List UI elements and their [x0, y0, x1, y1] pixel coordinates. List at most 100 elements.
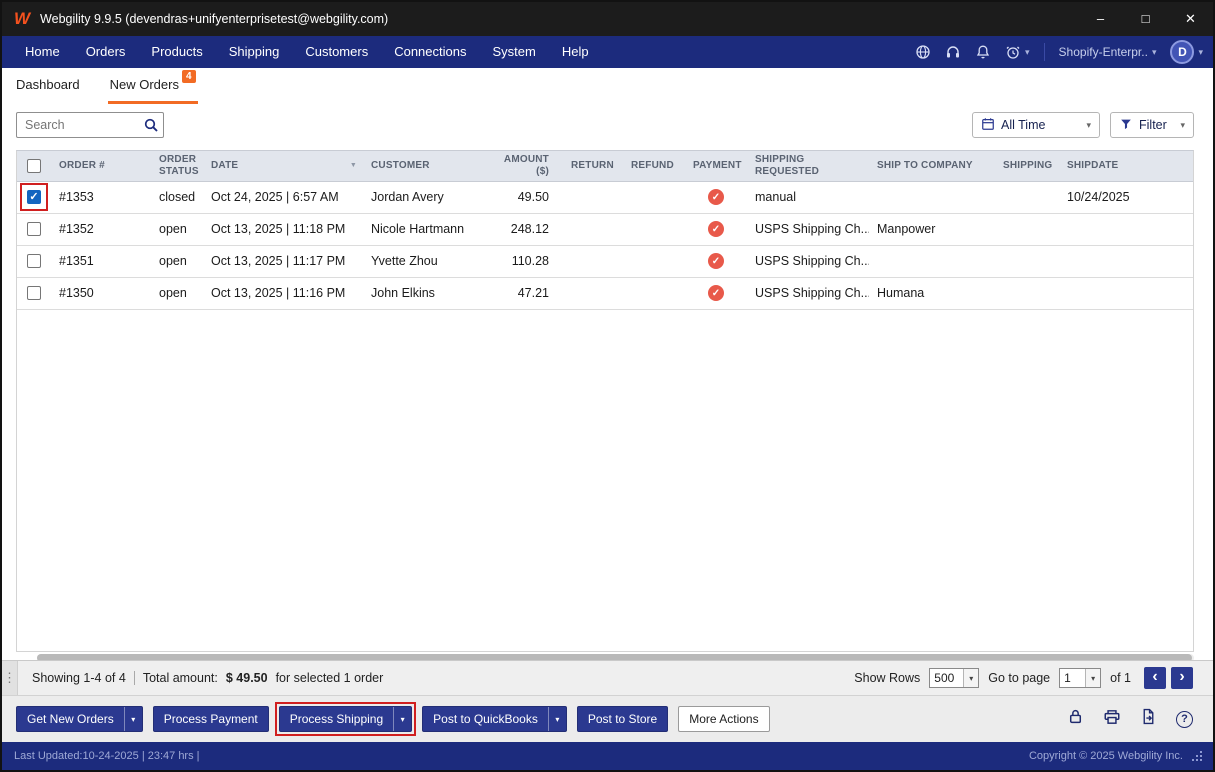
tab-bar: Dashboard New Orders 4	[2, 68, 1213, 104]
col-refund[interactable]: REFUND	[623, 151, 685, 181]
help-icon[interactable]: ?	[1176, 711, 1193, 728]
chevron-down-icon[interactable]: ▾	[1085, 669, 1100, 687]
user-menu[interactable]: D ▾	[1170, 40, 1203, 64]
menu-bar: Home Orders Products Shipping Customers …	[2, 36, 1213, 68]
row-checkbox[interactable]: ✓	[27, 190, 41, 204]
webgility-logo-icon: W	[14, 9, 30, 29]
cell-ship-to-company	[869, 181, 995, 213]
col-amount[interactable]: AMOUNT ($)	[488, 151, 563, 181]
search-input[interactable]	[16, 112, 164, 138]
drag-dots-icon: ⋮	[3, 670, 16, 686]
payment-paid-icon: ✓	[708, 253, 724, 269]
date-range-dropdown[interactable]: All Time ▾	[972, 112, 1100, 138]
check-icon: ✓	[712, 288, 720, 299]
window-title: Webgility 9.9.5 (devendras+unifyenterpri…	[40, 12, 388, 26]
bell-icon[interactable]	[975, 44, 991, 60]
cell-order-number: #1352	[51, 213, 151, 245]
table-row[interactable]: ✓ #1350 open Oct 13, 2025 | 11:16 PM Joh…	[17, 277, 1193, 309]
chevron-down-icon[interactable]: ▾	[963, 669, 978, 687]
col-shipdate[interactable]: SHIPDATE	[1059, 151, 1193, 181]
alarm-clock-icon	[1005, 44, 1021, 60]
check-icon: ✓	[712, 256, 720, 267]
col-shipping[interactable]: SHIPPING	[995, 151, 1059, 181]
cell-ship-to-company: Humana	[869, 277, 995, 309]
chevron-down-icon: ▾	[1086, 120, 1091, 131]
globe-icon[interactable]	[915, 44, 931, 60]
toolbar-right: All Time ▾ Filter ▾	[972, 112, 1194, 138]
cell-return	[563, 277, 623, 309]
prev-page-button[interactable]: ‹	[1144, 667, 1166, 689]
col-customer[interactable]: CUSTOMER	[363, 151, 488, 181]
menu-orders[interactable]: Orders	[73, 36, 139, 68]
export-icon[interactable]	[1140, 708, 1157, 730]
page-select[interactable]: 1 ▾	[1059, 668, 1101, 688]
menu-shipping[interactable]: Shipping	[216, 36, 293, 68]
table-row[interactable]: ✓ #1351 open Oct 13, 2025 | 11:17 PM Yve…	[17, 245, 1193, 277]
menu-help[interactable]: Help	[549, 36, 602, 68]
col-ship-to-company[interactable]: SHIP TO COMPANY	[869, 151, 995, 181]
store-selector-label: Shopify-Enterpr..	[1059, 45, 1148, 59]
menu-connections[interactable]: Connections	[381, 36, 479, 68]
process-shipping-button[interactable]: Process Shipping ▾	[279, 706, 412, 732]
search-box	[16, 112, 164, 138]
filter-dropdown[interactable]: Filter ▾	[1110, 112, 1194, 138]
row-checkbox[interactable]: ✓	[27, 254, 41, 268]
close-button[interactable]: ✕	[1168, 2, 1213, 36]
payment-paid-icon: ✓	[708, 221, 724, 237]
headset-icon[interactable]	[945, 44, 961, 60]
select-all-checkbox[interactable]: ✓	[27, 159, 41, 173]
menu-products[interactable]: Products	[138, 36, 215, 68]
menu-customers[interactable]: Customers	[292, 36, 381, 68]
lock-icon[interactable]	[1067, 708, 1084, 730]
cell-return	[563, 245, 623, 277]
status-summary: Showing 1-4 of 4 Total amount: $ 49.50 f…	[32, 671, 383, 685]
menu-system[interactable]: System	[479, 36, 548, 68]
minimize-button[interactable]: –	[1078, 2, 1123, 36]
cell-shipping-requested: USPS Shipping Ch...	[747, 245, 869, 277]
printer-icon[interactable]	[1103, 708, 1121, 731]
store-selector[interactable]: Shopify-Enterpr.. ▾	[1059, 45, 1157, 59]
chevron-down-icon[interactable]: ▾	[393, 707, 411, 731]
maximize-button[interactable]: □	[1123, 2, 1168, 36]
chevron-down-icon[interactable]: ▾	[548, 707, 566, 731]
tab-dashboard[interactable]: Dashboard	[14, 68, 82, 104]
chevron-down-icon: ▾	[1152, 47, 1157, 58]
tab-new-orders[interactable]: New Orders 4	[108, 68, 198, 104]
menu-right-icons: ▾ Shopify-Enterpr.. ▾ D ▾	[915, 40, 1203, 64]
cell-payment: ✓	[685, 213, 747, 245]
col-shipping-requested[interactable]: SHIPPING REQUESTED	[747, 151, 869, 181]
col-payment[interactable]: PAYMENT	[685, 151, 747, 181]
cell-refund	[623, 181, 685, 213]
get-new-orders-button[interactable]: Get New Orders ▾	[16, 706, 143, 732]
post-to-store-label: Post to Store	[578, 712, 667, 726]
cell-shipping	[995, 277, 1059, 309]
more-actions-button[interactable]: More Actions	[678, 706, 769, 732]
post-to-store-button[interactable]: Post to Store	[577, 706, 668, 732]
row-checkbox[interactable]: ✓	[27, 222, 41, 236]
row-checkbox[interactable]: ✓	[27, 286, 41, 300]
resize-grip[interactable]	[1191, 750, 1203, 762]
cell-shipping	[995, 213, 1059, 245]
process-payment-button[interactable]: Process Payment	[153, 706, 269, 732]
col-date[interactable]: DATE▼	[203, 151, 363, 181]
table-row[interactable]: ✓ #1353 closed Oct 24, 2025 | 6:57 AM Jo…	[17, 181, 1193, 213]
actions-row: Get New Orders ▾ Process Payment Process…	[2, 696, 1213, 742]
drag-handle[interactable]: ⋮	[2, 661, 18, 695]
col-order-status[interactable]: ORDER STATUS	[151, 151, 203, 181]
post-to-quickbooks-button[interactable]: Post to QuickBooks ▾	[422, 706, 567, 732]
col-return[interactable]: RETURN	[563, 151, 623, 181]
table-row[interactable]: ✓ #1352 open Oct 13, 2025 | 11:18 PM Nic…	[17, 213, 1193, 245]
sort-desc-icon[interactable]: ▼	[350, 162, 357, 170]
cell-amount: 110.28	[488, 245, 563, 277]
search-icon[interactable]	[143, 117, 159, 138]
footer-bar: Last Updated:10-24-2025 | 23:47 hrs | Co…	[2, 742, 1213, 770]
list-toolbar: All Time ▾ Filter ▾	[16, 112, 1194, 138]
menu-home[interactable]: Home	[12, 36, 73, 68]
chevron-down-icon[interactable]: ▾	[124, 707, 142, 731]
show-rows-select[interactable]: 500 ▾	[929, 668, 979, 688]
col-order-number[interactable]: ORDER #	[51, 151, 151, 181]
next-page-button[interactable]: ›	[1171, 667, 1193, 689]
snooze-clock-dropdown[interactable]: ▾	[1005, 44, 1030, 60]
cell-refund	[623, 277, 685, 309]
calendar-icon	[981, 117, 995, 134]
